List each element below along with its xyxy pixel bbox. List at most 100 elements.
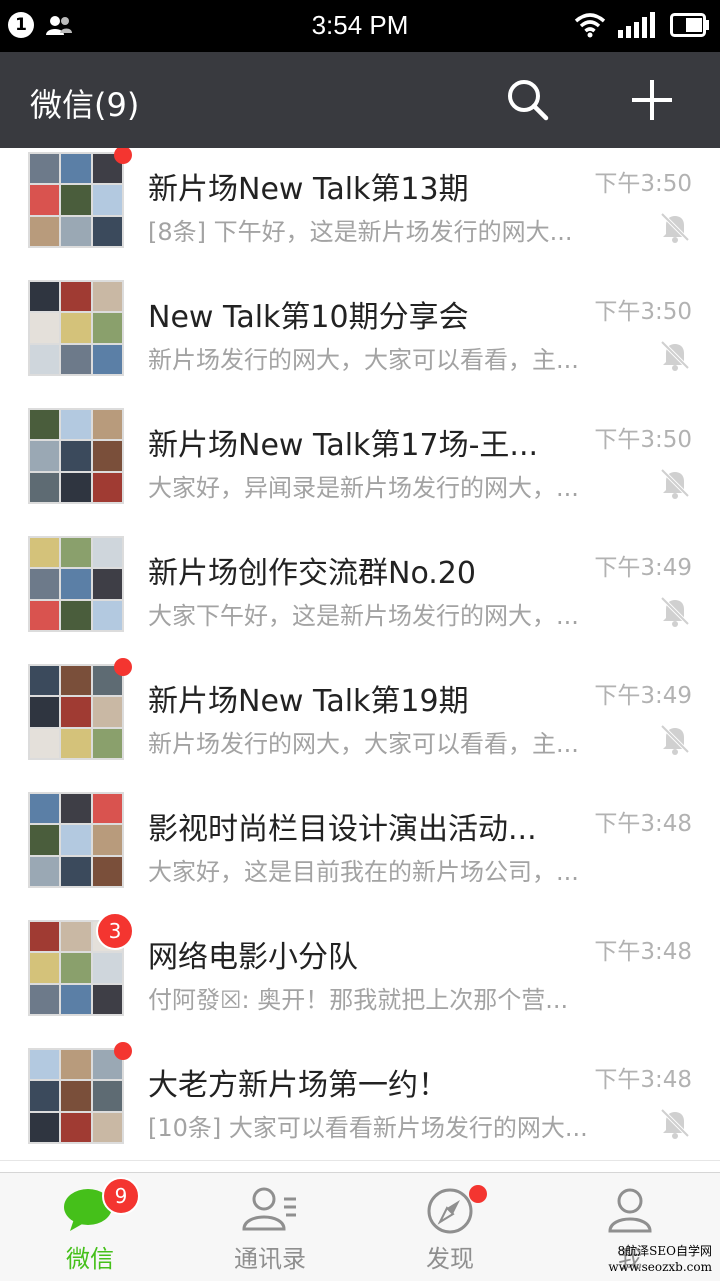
avatar-tile [30, 216, 60, 246]
chat-row[interactable]: 新片场创作交流群No.20 下午3:49 大家下午好，这是新片场发行的网大，... [0, 520, 720, 649]
chat-preview: 大家下午好，这是新片场发行的网大，... [148, 602, 579, 630]
mute-bell-icon [660, 724, 690, 755]
chat-time: 下午3:48 [594, 1067, 692, 1093]
avatar-tile [92, 441, 122, 471]
avatar-tile [92, 697, 122, 727]
chat-row[interactable]: 新片场New Talk第19期 下午3:49 新片场发行的网大，大家可以看看，主..… [0, 648, 720, 777]
tab-discover[interactable]: 发现 [360, 1173, 540, 1281]
tab-label-contacts: 通讯录 [234, 1245, 306, 1273]
chat-time: 下午3:50 [594, 299, 692, 325]
avatar-tile [30, 825, 60, 855]
chat-row[interactable]: 3 网络电影小分队 下午3:48 付阿發☒: 奥开！那我就把上次那个营... [0, 904, 720, 1033]
watermark-line1: 8航泽SEO自学网 [617, 1244, 712, 1258]
avatar-tile [30, 344, 60, 374]
chat-time: 下午3:48 [594, 939, 692, 965]
avatar-tile [30, 282, 60, 312]
avatar-tile [61, 216, 91, 246]
chat-title: 新片场New Talk第19期 [148, 684, 469, 719]
tab-bar: 9 微信 通讯录 发现 我 8航泽SEO自学网 www.seozxb.com [0, 1172, 720, 1281]
chat-preview: 大家好，这是目前我在的新片场公司，... [148, 858, 579, 886]
avatar-tile [61, 538, 91, 568]
avatar-tile [92, 825, 122, 855]
tab-contacts[interactable]: 通讯录 [180, 1173, 360, 1281]
avatar-tile [61, 1112, 91, 1142]
avatar-tile [61, 313, 91, 343]
avatar-tile [61, 600, 91, 630]
watermark: 8航泽SEO自学网 www.seozxb.com [608, 1243, 712, 1275]
avatar-tile [30, 922, 60, 952]
chat-title: 大老方新片场第一约！ [148, 1068, 448, 1103]
chat-preview: 付阿發☒: 奥开！那我就把上次那个营... [148, 986, 569, 1014]
unread-dot [114, 1042, 132, 1060]
avatar-tile [92, 410, 122, 440]
contacts-icon [242, 1187, 296, 1231]
avatar-tile [92, 984, 122, 1014]
tab-label-discover: 发现 [426, 1245, 474, 1273]
avatar-tile [61, 697, 91, 727]
avatar-tile [30, 1112, 60, 1142]
signal-icon [618, 12, 655, 38]
avatar-tile [30, 569, 60, 599]
chat-title: 新片场New Talk第17场-王... [148, 428, 539, 463]
avatar-tile [61, 922, 91, 952]
avatar-tile [92, 794, 122, 824]
mute-bell-icon [660, 212, 690, 243]
avatar-tile [30, 154, 60, 184]
chat-preview: 新片场发行的网大，大家可以看看，主... [148, 346, 579, 374]
avatar-tile [92, 953, 122, 983]
tab-chats[interactable]: 9 微信 [0, 1173, 180, 1281]
avatar-tile [92, 600, 122, 630]
app-header: 微信(9) [0, 52, 720, 148]
avatar-tile [61, 794, 91, 824]
avatar-tile [30, 697, 60, 727]
avatar-tile [92, 1112, 122, 1142]
chat-row[interactable]: 大老方新片场第一约！ 下午3:48 [10条] 大家可以看看新片场发行的网大... [0, 1032, 720, 1161]
avatar-tile [92, 472, 122, 502]
mute-bell-icon [660, 340, 690, 371]
avatar-tile [61, 441, 91, 471]
chat-time: 下午3:49 [594, 555, 692, 581]
chat-time: 下午3:50 [594, 171, 692, 197]
avatar-tile [30, 856, 60, 886]
tab-label-chats: 微信 [66, 1245, 114, 1273]
avatar-tile [30, 794, 60, 824]
avatar-tile [61, 472, 91, 502]
chat-row[interactable]: 新片场New Talk第13期 下午3:50 [8条] 下午好，这是新片场发行的网大… [0, 148, 720, 265]
add-icon[interactable] [626, 74, 678, 126]
mute-bell-icon [660, 596, 690, 627]
avatar-tile [61, 666, 91, 696]
avatar-tile [30, 185, 60, 215]
avatar-tile [61, 282, 91, 312]
chat-time: 下午3:50 [594, 427, 692, 453]
page-title: 微信(9) [30, 86, 140, 124]
avatar-tile [30, 600, 60, 630]
group-avatar [28, 280, 124, 376]
group-avatar [28, 1048, 124, 1144]
avatar-tile [30, 472, 60, 502]
avatar-tile [92, 344, 122, 374]
avatar-tile [92, 728, 122, 758]
avatar-tile [92, 185, 122, 215]
chat-title: 网络电影小分队 [148, 940, 358, 975]
unread-dot [114, 148, 132, 164]
avatar-tile [61, 728, 91, 758]
watermark-line2: www.seozxb.com [608, 1260, 712, 1274]
status-right [574, 12, 710, 38]
avatar-tile [61, 154, 91, 184]
avatar-tile [61, 410, 91, 440]
chat-row[interactable]: 影视时尚栏目设计演出活动... 下午3:48 大家好，这是目前我在的新片场公司，..… [0, 776, 720, 905]
wifi-icon [574, 13, 606, 38]
avatar-tile [61, 825, 91, 855]
avatar-tile [61, 984, 91, 1014]
group-avatar [28, 792, 124, 888]
avatar-tile [30, 728, 60, 758]
chat-preview: [8条] 下午好，这是新片场发行的网大... [148, 218, 573, 246]
avatar-tile [30, 410, 60, 440]
avatar-tile [30, 953, 60, 983]
chat-row[interactable]: 新片场New Talk第17场-王... 下午3:50 大家好，异闻录是新片场发行的… [0, 392, 720, 521]
avatar-tile [30, 538, 60, 568]
chat-row[interactable]: New Talk第10期分享会 下午3:50 新片场发行的网大，大家可以看看，主..… [0, 264, 720, 393]
search-icon[interactable] [504, 76, 552, 124]
avatar-tile [92, 282, 122, 312]
chats-unread-badge: 9 [102, 1177, 140, 1215]
